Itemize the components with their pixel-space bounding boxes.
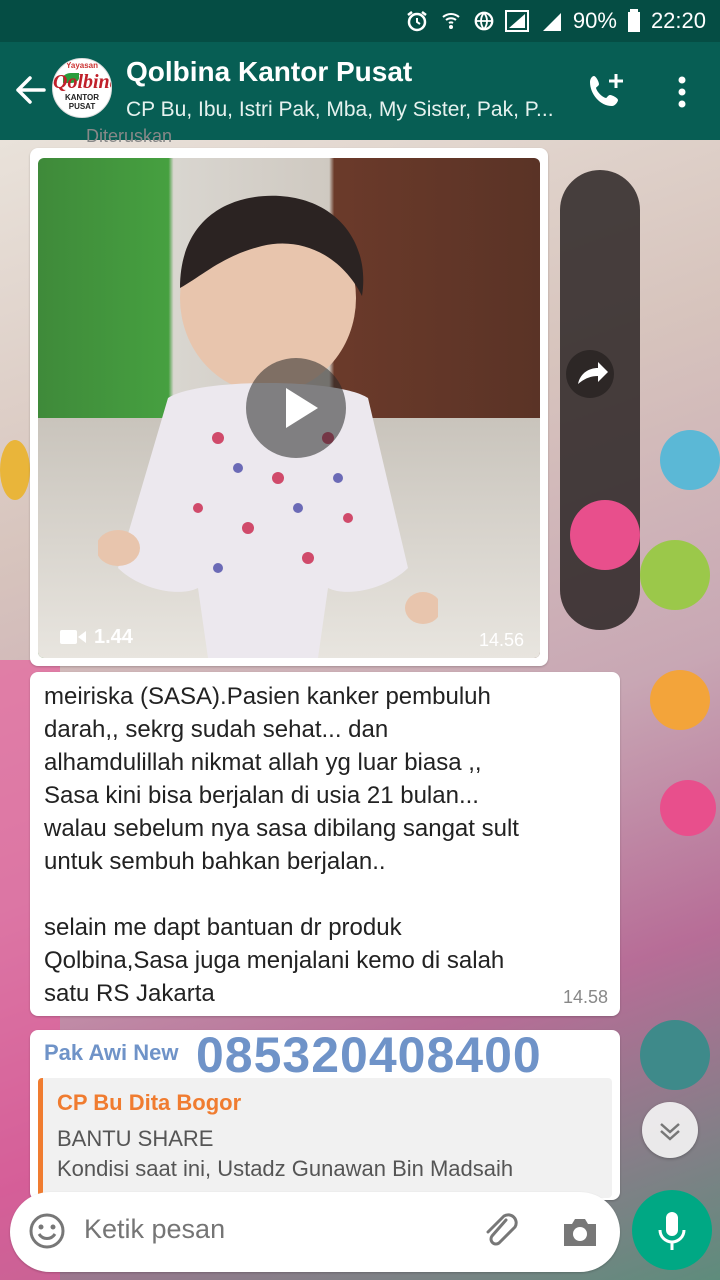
message-input[interactable] <box>84 1214 464 1245</box>
message-body: meiriska (SASA).Pasien kanker pembuluh d… <box>44 683 519 1007</box>
scroll-to-bottom-button[interactable] <box>642 1102 698 1158</box>
clock: 22:20 <box>650 8 706 33</box>
mic-icon <box>658 1212 686 1250</box>
wallpaper-flower <box>660 430 720 490</box>
avatar-line1: Yayasan <box>65 61 99 70</box>
forward-icon <box>578 362 608 384</box>
signal-bars-icon <box>542 13 561 31</box>
wallpaper-flower <box>570 500 640 570</box>
status-bar: 90% 22:20 <box>0 0 720 42</box>
wallpaper-flower <box>640 1020 710 1090</box>
video-thumbnail[interactable]: 1.44 14.56 <box>38 158 540 658</box>
alarm-icon <box>407 11 427 32</box>
message-timestamp: 14.58 <box>562 987 608 1007</box>
camera-icon[interactable] <box>560 1212 600 1252</box>
battery-percent: 90% <box>572 8 617 33</box>
message-composer <box>10 1192 620 1272</box>
quoted-line1: BANTU SHARE <box>57 1126 214 1151</box>
wallpaper-flower <box>0 440 30 500</box>
reply-message[interactable]: Pak Awi New 085320408400 CP Bu Dita Bogo… <box>30 1027 620 1200</box>
video-duration: 1.44 <box>94 626 133 648</box>
avatar-line3: KANTOR PUSAT <box>64 93 100 111</box>
forwarded-label: Diteruskan <box>86 126 173 146</box>
back-arrow-icon[interactable] <box>12 70 46 110</box>
wallpaper-flower <box>650 670 710 730</box>
avatar-line2: Qolbina <box>53 71 111 93</box>
chevron-down-icon <box>660 1123 680 1141</box>
forward-button[interactable] <box>566 350 614 398</box>
signal-icon <box>504 10 529 32</box>
add-call-icon[interactable] <box>586 70 630 114</box>
mic-button[interactable] <box>632 1190 712 1270</box>
text-message[interactable]: meiriska (SASA).Pasien kanker pembuluh d… <box>30 672 620 1016</box>
sender-phone[interactable]: 085320408400 <box>196 1026 542 1084</box>
group-avatar[interactable]: Yayasan Qolbina KANTOR PUSAT <box>52 58 112 118</box>
attach-icon[interactable] <box>480 1210 520 1252</box>
emoji-icon[interactable] <box>28 1212 66 1250</box>
data-icon <box>474 11 494 31</box>
chat-participants[interactable]: CP Bu, Ibu, Istri Pak, Mba, My Sister, P… <box>126 98 566 122</box>
sender-name[interactable]: Pak Awi New <box>44 1040 179 1066</box>
hotspot-icon <box>442 13 460 29</box>
more-vert-icon[interactable] <box>668 72 696 112</box>
video-camera-icon <box>60 630 86 644</box>
wallpaper-flower <box>640 540 710 610</box>
quoted-sender: CP Bu Dita Bogor <box>57 1090 242 1115</box>
play-icon[interactable] <box>246 358 346 458</box>
quoted-line2: Kondisi saat ini, Ustadz Gunawan Bin Mad… <box>57 1156 514 1181</box>
video-message: 1.44 14.56 <box>30 148 548 666</box>
chat-title[interactable]: Qolbina Kantor Pusat <box>126 56 412 88</box>
battery-icon <box>627 9 640 32</box>
wallpaper-flower <box>660 780 716 836</box>
video-timestamp: 14.56 <box>478 630 524 650</box>
quoted-message[interactable]: CP Bu Dita Bogor BANTU SHARE Kondisi saa… <box>38 1078 612 1198</box>
